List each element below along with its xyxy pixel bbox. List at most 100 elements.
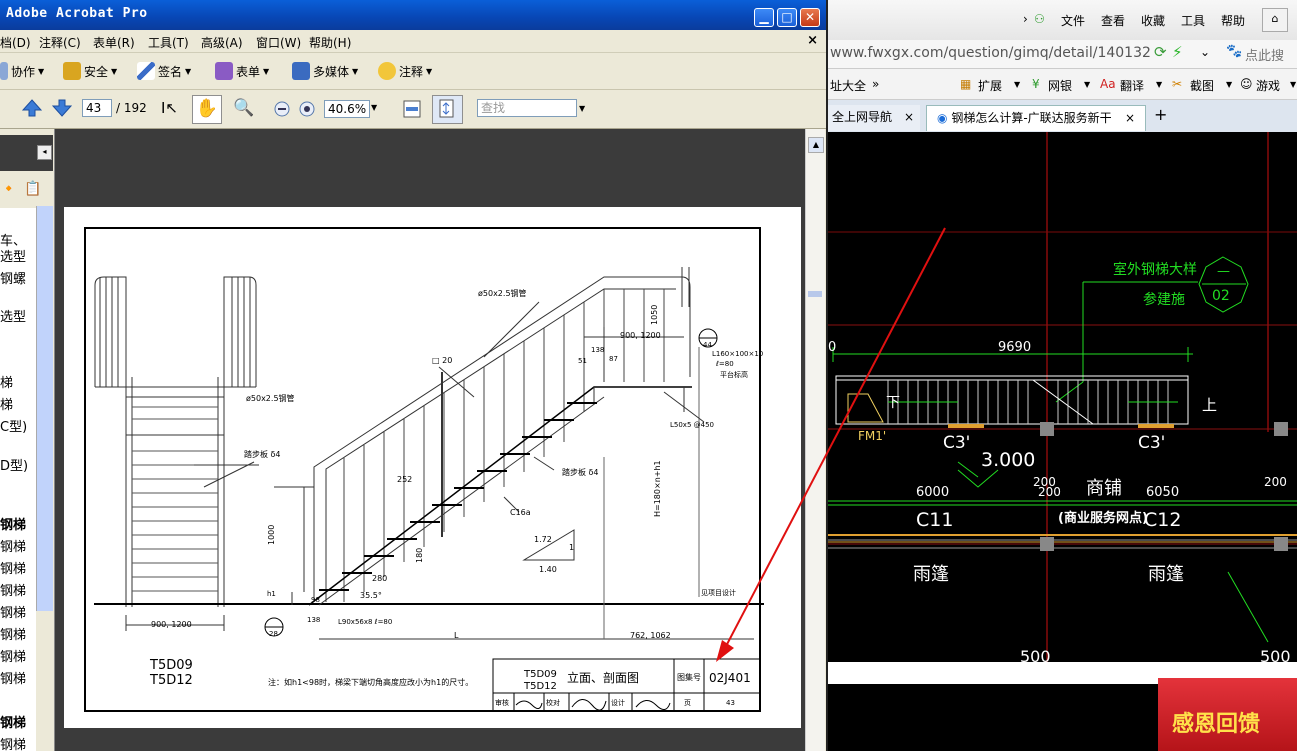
games-dropdown-icon[interactable]: ▼ bbox=[1290, 80, 1296, 89]
extensions-dropdown-icon[interactable]: ▼ bbox=[1014, 80, 1020, 89]
list-item[interactable]: 钢螺 bbox=[0, 268, 26, 287]
collaborate-button[interactable]: 协作 ▼ bbox=[0, 61, 44, 81]
list-item[interactable]: 钢梯 bbox=[0, 514, 26, 533]
close-document-icon[interactable]: × bbox=[807, 33, 818, 48]
menu-window[interactable]: 窗口(W) bbox=[256, 34, 301, 51]
list-item[interactable]: 钢梯 bbox=[0, 646, 26, 665]
tab-close-icon[interactable]: × bbox=[904, 105, 914, 129]
collapse-panel-icon[interactable]: ◂ bbox=[37, 145, 52, 160]
bookmark-translate[interactable]: 翻译 bbox=[1120, 77, 1144, 94]
tab-close-icon[interactable]: × bbox=[1125, 106, 1135, 130]
translate-dropdown-icon[interactable]: ▼ bbox=[1156, 80, 1162, 89]
browser-menu-file[interactable]: 文件 bbox=[1061, 12, 1085, 29]
browser-menu-tools[interactable]: 工具 bbox=[1181, 12, 1205, 29]
bookmark-scrollbar[interactable] bbox=[36, 206, 53, 611]
list-item[interactable]: 钢梯 bbox=[0, 668, 26, 687]
home-icon[interactable]: ⌂ bbox=[1262, 8, 1288, 32]
security-button[interactable]: 安全 ▼ bbox=[63, 61, 117, 81]
bookmark-extensions[interactable]: 扩展 bbox=[978, 77, 1002, 94]
user-icon[interactable]: ⚇ bbox=[1034, 12, 1045, 26]
minimize-button[interactable]: ▁ bbox=[754, 8, 774, 27]
zoom-tool-icon[interactable]: 🔍 bbox=[233, 98, 254, 118]
list-item[interactable]: 钢梯 bbox=[0, 536, 26, 555]
select-tool-icon[interactable]: I↖ bbox=[161, 99, 178, 117]
pipe-top-label: ø50x2.5钢管 bbox=[478, 288, 527, 298]
list-item[interactable]: 钢梯 bbox=[0, 558, 26, 577]
zoom-dropdown-icon[interactable]: ▼ bbox=[371, 103, 377, 112]
expand-bookmark-icon[interactable]: 📋 bbox=[24, 181, 41, 197]
list-item[interactable]: 钢梯 bbox=[0, 580, 26, 599]
tab-navigation[interactable]: 全上网导航 × bbox=[828, 105, 920, 131]
menu-forms[interactable]: 表单(R) bbox=[93, 34, 135, 51]
navigation-toolbar: 43 / 192 I↖ ✋ 🔍 40.6% ▼ 查找 ▼ bbox=[0, 90, 826, 129]
browser-menu-view[interactable]: 查看 bbox=[1101, 12, 1125, 29]
list-item[interactable]: D型) bbox=[0, 455, 28, 474]
scroll-thumb[interactable] bbox=[808, 291, 822, 297]
list-item[interactable]: 选型 bbox=[0, 306, 26, 325]
title-set-label: 图集号 bbox=[677, 672, 701, 682]
menu-document[interactable]: 档(D) bbox=[0, 34, 31, 51]
bookmark-sites[interactable]: 址大全 bbox=[830, 77, 866, 94]
menu-comments[interactable]: 注释(C) bbox=[39, 34, 81, 51]
bookmarks-overflow-icon[interactable]: » bbox=[872, 77, 879, 91]
cad-plan: 室外钢梯大样 参建施 — 02 9690 0 下 上 FM1' C3' C3' … bbox=[828, 132, 1297, 662]
next-page-icon[interactable] bbox=[52, 98, 72, 118]
menu-tools[interactable]: 工具(T) bbox=[148, 34, 189, 51]
fit-width-icon[interactable] bbox=[402, 99, 422, 119]
search-input[interactable]: 点此搜 bbox=[1245, 45, 1284, 64]
bookmark-games[interactable]: 游戏 bbox=[1256, 77, 1280, 94]
browser-menu-help[interactable]: 帮助 bbox=[1221, 12, 1245, 29]
bookmark-options-icon[interactable]: 🔸 bbox=[0, 181, 17, 197]
cad-drawing-image: 室外钢梯大样 参建施 — 02 9690 0 下 上 FM1' C3' C3' … bbox=[828, 132, 1297, 662]
advertisement[interactable]: 感恩回馈 bbox=[1158, 678, 1297, 751]
menu-advanced[interactable]: 高级(A) bbox=[201, 34, 243, 51]
angle-top-label: L160×100×10 bbox=[712, 350, 763, 358]
dim-280: 280 bbox=[372, 574, 387, 583]
url-input[interactable]: www.fwxgx.com/question/gimq/detail/14013… bbox=[830, 45, 1150, 61]
slope-b: 1 bbox=[569, 543, 574, 552]
comment-button[interactable]: 注释 ▼ bbox=[378, 61, 432, 81]
list-item[interactable]: 钢梯 bbox=[0, 712, 26, 731]
address-dropdown-icon[interactable]: ⌄ bbox=[1200, 45, 1210, 59]
browser-menu-favorites[interactable]: 收藏 bbox=[1141, 12, 1165, 29]
bookmark-screenshot[interactable]: 截图 bbox=[1190, 77, 1214, 94]
screenshot-dropdown-icon[interactable]: ▼ bbox=[1226, 80, 1232, 89]
page-number-input[interactable]: 43 bbox=[82, 99, 112, 117]
list-item[interactable]: 梯 bbox=[0, 394, 13, 413]
bank-dropdown-icon[interactable]: ▼ bbox=[1084, 80, 1090, 89]
title-name: 立面、剖面图 bbox=[567, 670, 639, 685]
menu-help[interactable]: 帮助(H) bbox=[309, 34, 351, 51]
list-item[interactable]: 钢梯 bbox=[0, 734, 26, 751]
list-item[interactable]: 选型 bbox=[0, 246, 26, 265]
scroll-up-icon[interactable]: ▲ bbox=[808, 137, 824, 153]
browser-menu-bar: › ⚇ 文件 查看 收藏 工具 帮助 ⌂ bbox=[828, 0, 1297, 40]
forms-button[interactable]: 表单 ▼ bbox=[215, 61, 269, 81]
sign-button[interactable]: 签名 ▼ bbox=[137, 61, 191, 81]
fit-page-icon[interactable] bbox=[432, 95, 463, 124]
list-item[interactable]: 梯 bbox=[0, 372, 13, 391]
cad-dim-200b: 200 bbox=[1038, 485, 1061, 499]
multimedia-button[interactable]: 多媒体 ▼ bbox=[292, 61, 358, 81]
close-button[interactable]: ✕ bbox=[800, 8, 820, 27]
find-input[interactable]: 查找 bbox=[477, 99, 577, 117]
bookmark-bank[interactable]: 网银 bbox=[1048, 77, 1072, 94]
list-item[interactable]: 钢梯 bbox=[0, 624, 26, 643]
previous-page-icon[interactable] bbox=[22, 98, 42, 118]
zoom-in-icon[interactable] bbox=[299, 101, 315, 117]
refresh-icon[interactable]: ⟳ bbox=[1154, 43, 1167, 61]
chevron-right-icon[interactable]: › bbox=[1023, 12, 1028, 26]
hand-tool-icon[interactable]: ✋ bbox=[192, 95, 222, 124]
detail-circle-top: 44 bbox=[703, 341, 712, 349]
list-item[interactable]: 钢梯 bbox=[0, 602, 26, 621]
cad-dim-200c: 200 bbox=[1264, 475, 1287, 489]
new-tab-button[interactable]: + bbox=[1154, 105, 1167, 124]
find-dropdown-icon[interactable]: ▼ bbox=[579, 104, 585, 113]
tab-active-page[interactable]: ◉ 钢梯怎么计算-广联达服务新干 × bbox=[926, 105, 1146, 131]
dim-51: 51 bbox=[578, 357, 587, 365]
maximize-button[interactable]: □ bbox=[777, 8, 797, 27]
lightning-icon[interactable]: ⚡ bbox=[1172, 43, 1183, 61]
document-scrollbar[interactable]: ▲ bbox=[805, 129, 825, 751]
list-item[interactable]: C型) bbox=[0, 416, 27, 435]
zoom-out-icon[interactable] bbox=[274, 101, 290, 117]
zoom-level-input[interactable]: 40.6% bbox=[324, 100, 370, 118]
